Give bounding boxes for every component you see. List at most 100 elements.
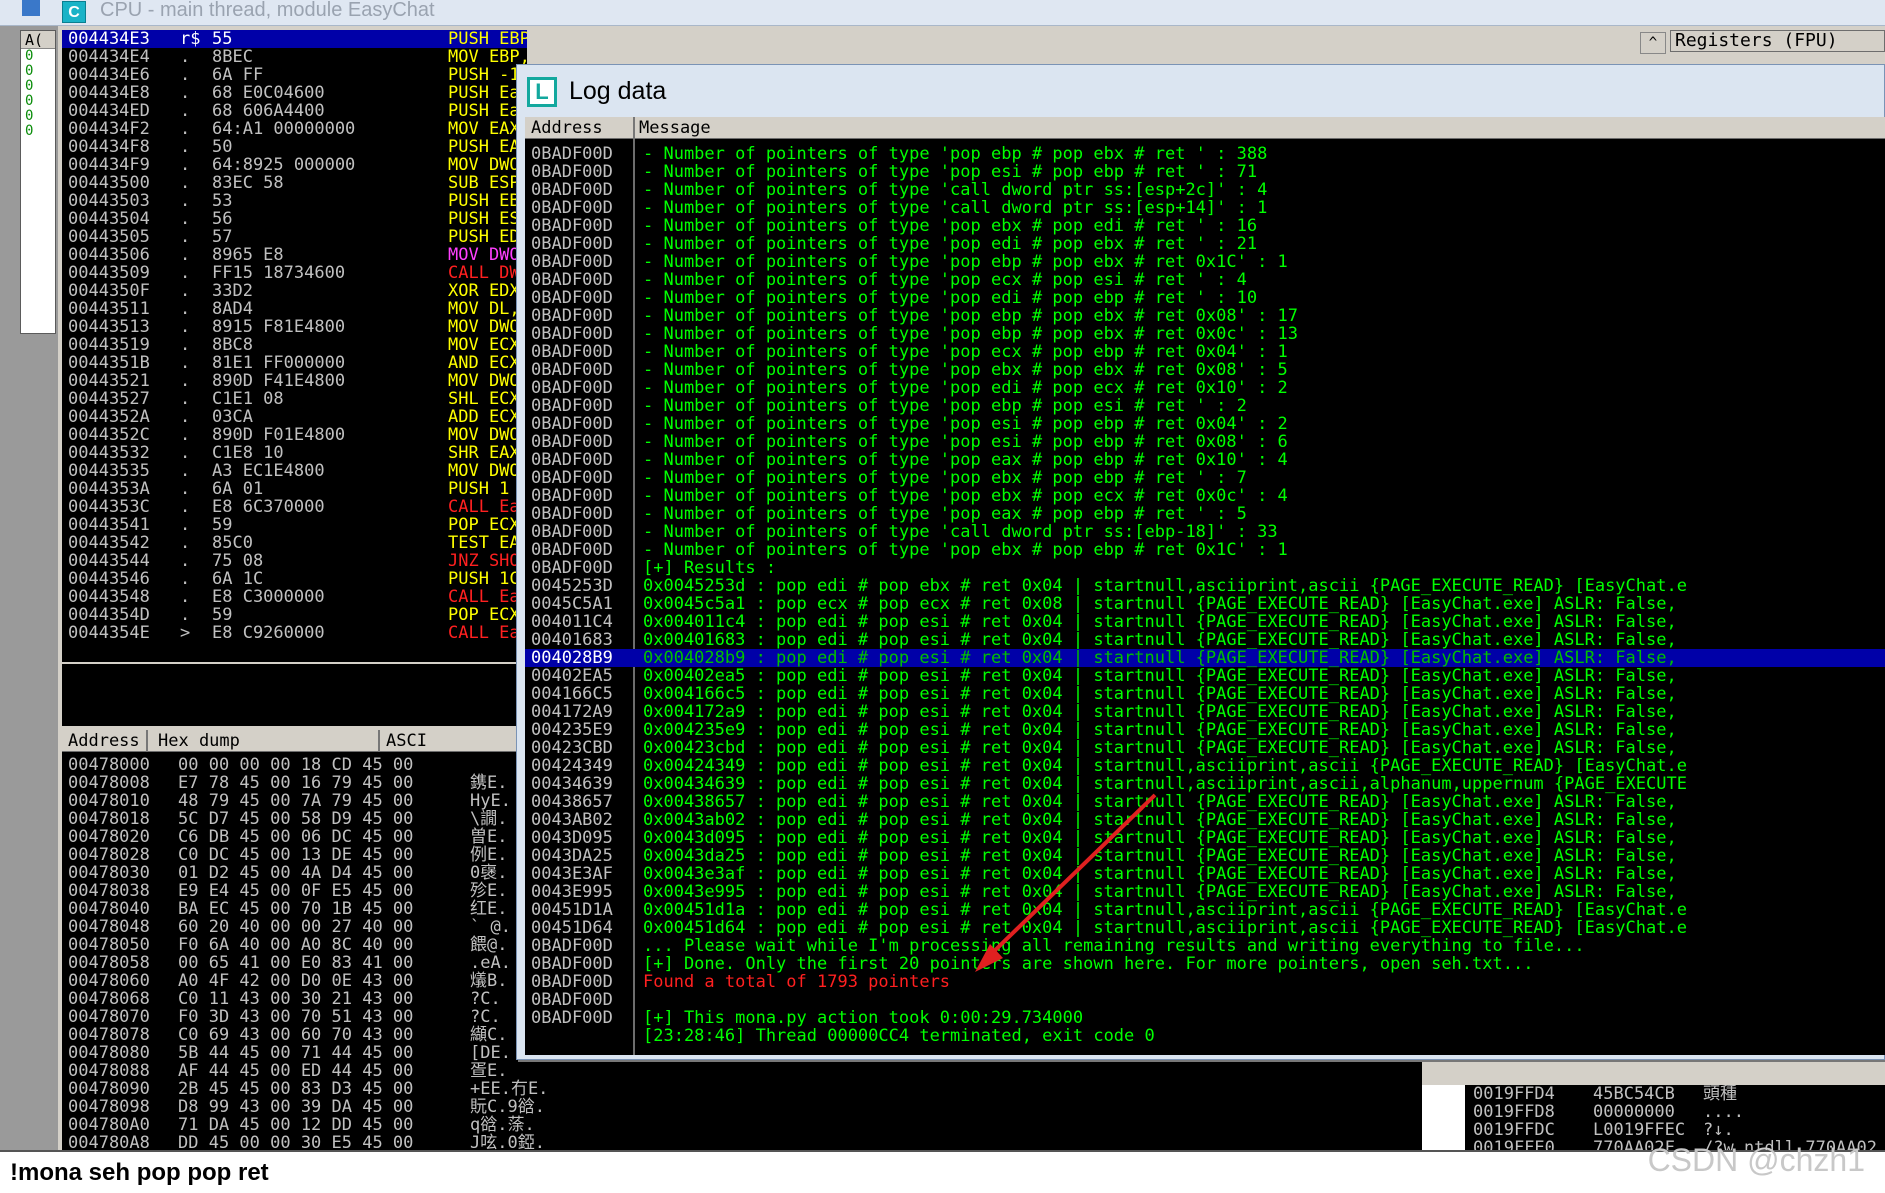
log-row[interactable]: 0BADF00D - Number of pointers of type 'c… — [525, 523, 1885, 541]
stack-row[interactable]: 0019FFD8 00000000.... — [1465, 1103, 1885, 1121]
disasm-row[interactable]: 004434F8. 50 PUSH EAX — [62, 138, 527, 156]
log-row[interactable]: 0BADF00D - Number of pointers of type 'p… — [525, 451, 1885, 469]
disasm-row[interactable]: 00443541. 59 POP ECX — [62, 516, 527, 534]
log-row[interactable]: 0BADF00D [+] Results : — [525, 559, 1885, 577]
log-row[interactable]: 004028B9 0x004028b9 : pop edi # pop esi … — [525, 649, 1885, 667]
log-row[interactable]: 0BADF00D - Number of pointers of type 'p… — [525, 415, 1885, 433]
stack-pane[interactable]: 0019FFD4 45BC54CB 頭種 0019FFD8 00000000.... 00… — [1465, 1085, 1885, 1150]
hex-row[interactable]: 00478028 C0 DC 45 00 13 DE 45 00 例E. — [68, 846, 507, 864]
log-row[interactable]: 0BADF00D - Number of pointers of type 'p… — [525, 307, 1885, 325]
hex-row[interactable]: 00478090 2B 45 45 00 83 D3 45 00 +EE.冇E. — [68, 1080, 548, 1098]
log-row[interactable]: 00438657 0x00438657 : pop edi # pop esi … — [525, 793, 1885, 811]
log-row[interactable]: 00451D1A 0x00451d1a : pop edi # pop esi … — [525, 901, 1885, 919]
disassembly-pane[interactable]: 004434E3 r$ 55 PUSH EBP 004434E4. 8BEC MOV EBP… — [62, 30, 527, 662]
log-row[interactable]: 0BADF00D - Number of pointers of type 'p… — [525, 145, 1885, 163]
stack-row[interactable]: 0019FFD4 45BC54CB 頭種 — [1465, 1085, 1885, 1103]
log-row[interactable]: 0BADF00D - Number of pointers of type 'p… — [525, 397, 1885, 415]
command-input[interactable] — [10, 1156, 1510, 1190]
disasm-row[interactable]: 00443548.E8 C3000000CALL EasyCh — [62, 588, 527, 606]
log-row[interactable]: 004172A9 0x004172a9 : pop edi # pop esi … — [525, 703, 1885, 721]
disasm-row[interactable]: 00443511.8AD4MOV DL,AH — [62, 300, 527, 318]
hex-row[interactable]: 00478098 D8 99 43 00 39 DA 45 00 貦C.9谽. — [68, 1098, 545, 1116]
disasm-row[interactable]: 004434E3 r$ 55 PUSH EBP — [62, 30, 527, 48]
log-row[interactable]: 004011C4 0x004011c4 : pop edi # pop esi … — [525, 613, 1885, 631]
disasm-row[interactable]: 00443542.85C0TEST EAX,EA — [62, 534, 527, 552]
hex-row[interactable]: 004780A0 71 DA 45 00 12 DD 45 00 q谽.蒤. — [68, 1116, 535, 1134]
log-row[interactable]: 0BADF00D - Number of pointers of type 'p… — [525, 505, 1885, 523]
disasm-row[interactable]: 00443519.8BC8MOV ECX,EAX — [62, 336, 527, 354]
disasm-row[interactable]: 004434E6. 6A FF PUSH -1 — [62, 66, 527, 84]
log-row[interactable]: 00402EA5 0x00402ea5 : pop edi # pop esi … — [525, 667, 1885, 685]
disasm-row[interactable]: 00443535.A3 EC1E4800MOV DWORD P — [62, 462, 527, 480]
disasm-row[interactable]: 00443500.83EC 58SUB ESP,58 — [62, 174, 527, 192]
log-row[interactable]: 0BADF00D - Number of pointers of type 'p… — [525, 433, 1885, 451]
hex-row[interactable]: 00478080 5B 44 45 00 71 44 45 00 [DE. — [68, 1044, 511, 1062]
log-row[interactable]: 0BADF00D - Number of pointers of type 'p… — [525, 379, 1885, 397]
log-titlebar[interactable]: L Log data — [517, 65, 1884, 115]
disasm-row[interactable]: 00443504. 56 PUSH ESI — [62, 210, 527, 228]
log-row[interactable]: 0045C5A1 0x0045c5a1 : pop ecx # pop ecx … — [525, 595, 1885, 613]
log-row[interactable]: 0BADF00D - Number of pointers of type 'p… — [525, 271, 1885, 289]
log-row[interactable]: 00451D64 0x00451d64 : pop edi # pop esi … — [525, 919, 1885, 937]
hex-col-hex[interactable]: Hex dump — [158, 731, 240, 751]
disasm-row[interactable]: 0044351B.81E1 FF000000AND ECX,0FF — [62, 354, 527, 372]
disasm-row[interactable]: 00443544.75 08JNZ SHORT E — [62, 552, 527, 570]
log-row[interactable]: 0043D095 0x0043d095 : pop edi # pop esi … — [525, 829, 1885, 847]
hex-row[interactable]: 00478020 C6 DB 45 00 06 DC 45 00 曽E. — [68, 828, 507, 846]
log-row[interactable]: 00434639 0x00434639 : pop edi # pop esi … — [525, 775, 1885, 793]
disasm-row[interactable]: 0044354E>E8 C9260000CALL EasyCh — [62, 624, 527, 642]
hex-row[interactable]: 00478000 00 00 00 00 18 CD 45 00 — [68, 756, 470, 774]
log-row[interactable]: 00401683 0x00401683 : pop edi # pop esi … — [525, 631, 1885, 649]
registers-header[interactable]: Registers (FPU) — [1670, 30, 1885, 52]
disasm-row[interactable]: 00443513.8915 F81E4800MOV DWORD P — [62, 318, 527, 336]
hex-row[interactable]: 00478068 C0 11 43 00 30 21 43 00 ?C. — [68, 990, 501, 1008]
cpu-titlebar[interactable]: C CPU - main thread, module EasyChat — [0, 0, 1885, 26]
log-body[interactable]: Address Message 0BADF00D - Number of poi… — [525, 117, 1885, 1055]
hex-row[interactable]: 00478088 AF 44 45 00 ED 44 45 00 疍E. — [68, 1062, 507, 1080]
log-row[interactable]: 004235E9 0x004235e9 : pop edi # pop esi … — [525, 721, 1885, 739]
log-row[interactable]: 0043AB02 0x0043ab02 : pop edi # pop esi … — [525, 811, 1885, 829]
hex-row[interactable]: 00478038 E9 E4 45 00 0F E5 45 00 殄E. — [68, 882, 507, 900]
disasm-row[interactable]: 0044353A. 6A 01 PUSH 1 — [62, 480, 527, 498]
log-row[interactable]: 0BADF00D - Number of pointers of type 'p… — [525, 325, 1885, 343]
log-row[interactable]: 0BADF00D [+] This mona.py action took 0:0… — [525, 1009, 1885, 1027]
log-row[interactable]: 0BADF00D - Number of pointers of type 'p… — [525, 163, 1885, 181]
log-col-message[interactable]: Message — [639, 118, 711, 138]
hex-col-ascii[interactable]: ASCI — [386, 731, 427, 751]
log-row[interactable]: 0BADF00D - Number of pointers of type 'p… — [525, 343, 1885, 361]
hex-row[interactable]: 00478008 E7 78 45 00 16 79 45 00 鎸E. — [68, 774, 507, 792]
hex-row[interactable]: 00478070 F0 3D 43 00 70 51 43 00 ?C. — [68, 1008, 501, 1026]
log-row[interactable]: 0043E995 0x0043e995 : pop edi # pop esi … — [525, 883, 1885, 901]
log-col-address[interactable]: Address — [531, 118, 603, 138]
stack-row[interactable]: 0019FFDC L0019FFEC ?↓. — [1465, 1121, 1885, 1139]
hex-row[interactable]: 00478040 BA EC 45 00 70 1B 45 00 红E. — [68, 900, 507, 918]
disasm-row[interactable]: 00443527.C1E1 08SHL ECX,8 — [62, 390, 527, 408]
log-row[interactable]: 0BADF00D [+] Done. Only the first 20 poin… — [525, 955, 1885, 973]
disasm-row[interactable]: 0044350F.33D2XOR EDX,EDX — [62, 282, 527, 300]
hex-row[interactable]: 00478078 C0 69 43 00 60 70 43 00 纈C. — [68, 1026, 507, 1044]
log-row[interactable]: 0BADF00D - Number of pointers of type 'c… — [525, 199, 1885, 217]
disasm-row[interactable]: 00443503. 53 PUSH EBX — [62, 192, 527, 210]
disasm-row[interactable]: 004434E8.68 E0C04600PUSH EasyCh — [62, 84, 527, 102]
disasm-row[interactable]: 00443532.C1E8 10SHR EAX,10 — [62, 444, 527, 462]
log-row[interactable]: 00424349 0x00424349 : pop edi # pop esi … — [525, 757, 1885, 775]
registers-scroll-up-button[interactable]: ^ — [1640, 32, 1666, 54]
hex-row[interactable]: 00478018 5C D7 45 00 58 D9 45 00 \譋. — [68, 810, 507, 828]
log-row[interactable]: 0043DA25 0x0043da25 : pop edi # pop esi … — [525, 847, 1885, 865]
hex-row[interactable]: 00478050 F0 6A 40 00 A0 8C 40 00 餵@. — [68, 936, 507, 954]
hex-row[interactable]: 00478058 00 65 41 00 E0 83 41 00 .eA. — [68, 954, 511, 972]
disasm-row[interactable]: 00443546. 6A 1C PUSH 1C — [62, 570, 527, 588]
log-row[interactable]: 0045253D 0x0045253d : pop edi # pop ebx … — [525, 577, 1885, 595]
log-row[interactable]: 0BADF00D - Number of pointers of type 'p… — [525, 217, 1885, 235]
hex-row[interactable]: 00478010 48 79 45 00 7A 79 45 00 HyE. — [68, 792, 511, 810]
log-row[interactable]: 00423CBD 0x00423cbd : pop edi # pop esi … — [525, 739, 1885, 757]
disasm-row[interactable]: 0044354D. 59 POP ECX — [62, 606, 527, 624]
disasm-row[interactable]: 00443506.8965 E8MOV DWORD P — [62, 246, 527, 264]
log-row[interactable]: 0BADF00D ... Please wait while I'm proces… — [525, 937, 1885, 955]
disasm-row[interactable]: 00443505. 57 PUSH EDI — [62, 228, 527, 246]
hex-row[interactable]: 004780A8 DD 45 00 00 30 E5 45 00 J呟.0錏. — [68, 1134, 545, 1150]
log-row[interactable]: 0BADF00D - Number of pointers of type 'p… — [525, 469, 1885, 487]
left-mini-pane[interactable]: A( 000000 — [20, 30, 56, 334]
log-row[interactable]: 0BADF00D - Number of pointers of type 'p… — [525, 235, 1885, 253]
hex-row[interactable]: 00478030 01 D2 45 00 4A D4 45 00 0襃. — [68, 864, 507, 882]
